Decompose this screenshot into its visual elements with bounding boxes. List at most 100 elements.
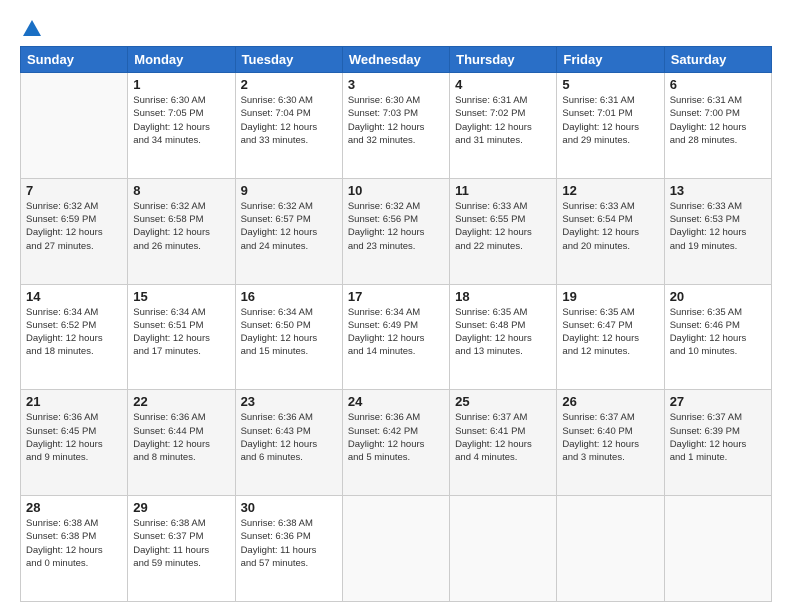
day-number: 17 [348, 289, 444, 304]
logo-icon [21, 18, 43, 40]
table-row [450, 496, 557, 602]
table-row: 16 Sunrise: 6:34 AM Sunset: 6:50 PM Dayli… [235, 284, 342, 390]
day-number: 16 [241, 289, 337, 304]
day-number: 18 [455, 289, 551, 304]
day-number: 7 [26, 183, 122, 198]
table-row: 23 Sunrise: 6:36 AM Sunset: 6:43 PM Dayli… [235, 390, 342, 496]
calendar-week-row: 28 Sunrise: 6:38 AM Sunset: 6:38 PM Dayli… [21, 496, 772, 602]
day-number: 10 [348, 183, 444, 198]
table-row: 26Sunrise: 6:37 AM Sunset: 6:40 PM Dayli… [557, 390, 664, 496]
table-row: 21 Sunrise: 6:36 AM Sunset: 6:45 PM Dayli… [21, 390, 128, 496]
day-info: Sunrise: 6:38 AM Sunset: 6:38 PM Dayligh… [26, 517, 122, 570]
table-row: 22 Sunrise: 6:36 AM Sunset: 6:44 PM Dayli… [128, 390, 235, 496]
day-info: Sunrise: 6:35 AM Sunset: 6:47 PM Dayligh… [562, 306, 658, 359]
table-row: 24 Sunrise: 6:36 AM Sunset: 6:42 PM Dayli… [342, 390, 449, 496]
col-friday: Friday [557, 47, 664, 73]
day-info: Sunrise: 6:36 AM Sunset: 6:45 PM Dayligh… [26, 411, 122, 464]
day-number: 25 [455, 394, 551, 409]
day-number: 21 [26, 394, 122, 409]
day-info: Sunrise: 6:34 AM Sunset: 6:52 PM Dayligh… [26, 306, 122, 359]
table-row: 30 Sunrise: 6:38 AM Sunset: 6:36 PM Dayli… [235, 496, 342, 602]
table-row: 6 Sunrise: 6:31 AM Sunset: 7:00 PM Daylig… [664, 73, 771, 179]
day-info: Sunrise: 6:36 AM Sunset: 6:43 PM Dayligh… [241, 411, 337, 464]
calendar-week-row: 21 Sunrise: 6:36 AM Sunset: 6:45 PM Dayli… [21, 390, 772, 496]
day-info: Sunrise: 6:33 AM Sunset: 6:53 PM Dayligh… [670, 200, 766, 253]
col-monday: Monday [128, 47, 235, 73]
day-number: 23 [241, 394, 337, 409]
day-number: 26 [562, 394, 658, 409]
day-info: Sunrise: 6:36 AM Sunset: 6:44 PM Dayligh… [133, 411, 229, 464]
page: Sunday Monday Tuesday Wednesday Thursday… [0, 0, 792, 612]
table-row: 12 Sunrise: 6:33 AM Sunset: 6:54 PM Dayli… [557, 178, 664, 284]
table-row: 20 Sunrise: 6:35 AM Sunset: 6:46 PM Dayli… [664, 284, 771, 390]
table-row: 19 Sunrise: 6:35 AM Sunset: 6:47 PM Dayli… [557, 284, 664, 390]
day-number: 9 [241, 183, 337, 198]
day-info: Sunrise: 6:32 AM Sunset: 6:56 PM Dayligh… [348, 200, 444, 253]
calendar-week-row: 14Sunrise: 6:34 AM Sunset: 6:52 PM Dayli… [21, 284, 772, 390]
table-row: 25 Sunrise: 6:37 AM Sunset: 6:41 PM Dayli… [450, 390, 557, 496]
day-info: Sunrise: 6:34 AM Sunset: 6:51 PM Dayligh… [133, 306, 229, 359]
table-row: 15Sunrise: 6:34 AM Sunset: 6:51 PM Dayli… [128, 284, 235, 390]
table-row: 28 Sunrise: 6:38 AM Sunset: 6:38 PM Dayli… [21, 496, 128, 602]
day-number: 28 [26, 500, 122, 515]
day-info: Sunrise: 6:38 AM Sunset: 6:36 PM Dayligh… [241, 517, 337, 570]
day-number: 29 [133, 500, 229, 515]
calendar-week-row: 1Sunrise: 6:30 AM Sunset: 7:05 PM Daylig… [21, 73, 772, 179]
day-number: 22 [133, 394, 229, 409]
day-number: 4 [455, 77, 551, 92]
logo [20, 18, 44, 36]
table-row: 4 Sunrise: 6:31 AM Sunset: 7:02 PM Daylig… [450, 73, 557, 179]
day-info: Sunrise: 6:37 AM Sunset: 6:41 PM Dayligh… [455, 411, 551, 464]
col-tuesday: Tuesday [235, 47, 342, 73]
day-info: Sunrise: 6:37 AM Sunset: 6:39 PM Dayligh… [670, 411, 766, 464]
day-info: Sunrise: 6:36 AM Sunset: 6:42 PM Dayligh… [348, 411, 444, 464]
header [20, 18, 772, 36]
table-row: 29 Sunrise: 6:38 AM Sunset: 6:37 PM Dayli… [128, 496, 235, 602]
day-number: 24 [348, 394, 444, 409]
day-info: Sunrise: 6:38 AM Sunset: 6:37 PM Dayligh… [133, 517, 229, 570]
table-row: 11Sunrise: 6:33 AM Sunset: 6:55 PM Dayli… [450, 178, 557, 284]
day-info: Sunrise: 6:31 AM Sunset: 7:00 PM Dayligh… [670, 94, 766, 147]
day-info: Sunrise: 6:34 AM Sunset: 6:50 PM Dayligh… [241, 306, 337, 359]
day-number: 2 [241, 77, 337, 92]
day-info: Sunrise: 6:32 AM Sunset: 6:58 PM Dayligh… [133, 200, 229, 253]
day-info: Sunrise: 6:31 AM Sunset: 7:01 PM Dayligh… [562, 94, 658, 147]
table-row [342, 496, 449, 602]
day-number: 6 [670, 77, 766, 92]
table-row: 7 Sunrise: 6:32 AM Sunset: 6:59 PM Daylig… [21, 178, 128, 284]
table-row [664, 496, 771, 602]
day-number: 19 [562, 289, 658, 304]
day-number: 12 [562, 183, 658, 198]
table-row: 18 Sunrise: 6:35 AM Sunset: 6:48 PM Dayli… [450, 284, 557, 390]
day-number: 8 [133, 183, 229, 198]
table-row: 17 Sunrise: 6:34 AM Sunset: 6:49 PM Dayli… [342, 284, 449, 390]
day-info: Sunrise: 6:30 AM Sunset: 7:04 PM Dayligh… [241, 94, 337, 147]
table-row: 13 Sunrise: 6:33 AM Sunset: 6:53 PM Dayli… [664, 178, 771, 284]
day-info: Sunrise: 6:35 AM Sunset: 6:48 PM Dayligh… [455, 306, 551, 359]
day-number: 1 [133, 77, 229, 92]
day-info: Sunrise: 6:32 AM Sunset: 6:57 PM Dayligh… [241, 200, 337, 253]
table-row: 2 Sunrise: 6:30 AM Sunset: 7:04 PM Daylig… [235, 73, 342, 179]
table-row: 14Sunrise: 6:34 AM Sunset: 6:52 PM Dayli… [21, 284, 128, 390]
day-number: 20 [670, 289, 766, 304]
day-info: Sunrise: 6:30 AM Sunset: 7:03 PM Dayligh… [348, 94, 444, 147]
day-info: Sunrise: 6:35 AM Sunset: 6:46 PM Dayligh… [670, 306, 766, 359]
day-info: Sunrise: 6:32 AM Sunset: 6:59 PM Dayligh… [26, 200, 122, 253]
calendar-table: Sunday Monday Tuesday Wednesday Thursday… [20, 46, 772, 602]
table-row: 3Sunrise: 6:30 AM Sunset: 7:03 PM Daylig… [342, 73, 449, 179]
day-number: 13 [670, 183, 766, 198]
table-row: 8 Sunrise: 6:32 AM Sunset: 6:58 PM Daylig… [128, 178, 235, 284]
col-saturday: Saturday [664, 47, 771, 73]
table-row: 1Sunrise: 6:30 AM Sunset: 7:05 PM Daylig… [128, 73, 235, 179]
table-row: 9 Sunrise: 6:32 AM Sunset: 6:57 PM Daylig… [235, 178, 342, 284]
day-number: 11 [455, 183, 551, 198]
col-wednesday: Wednesday [342, 47, 449, 73]
day-number: 30 [241, 500, 337, 515]
day-number: 27 [670, 394, 766, 409]
day-info: Sunrise: 6:34 AM Sunset: 6:49 PM Dayligh… [348, 306, 444, 359]
day-info: Sunrise: 6:33 AM Sunset: 6:54 PM Dayligh… [562, 200, 658, 253]
day-info: Sunrise: 6:31 AM Sunset: 7:02 PM Dayligh… [455, 94, 551, 147]
col-thursday: Thursday [450, 47, 557, 73]
table-row: 5Sunrise: 6:31 AM Sunset: 7:01 PM Daylig… [557, 73, 664, 179]
col-sunday: Sunday [21, 47, 128, 73]
